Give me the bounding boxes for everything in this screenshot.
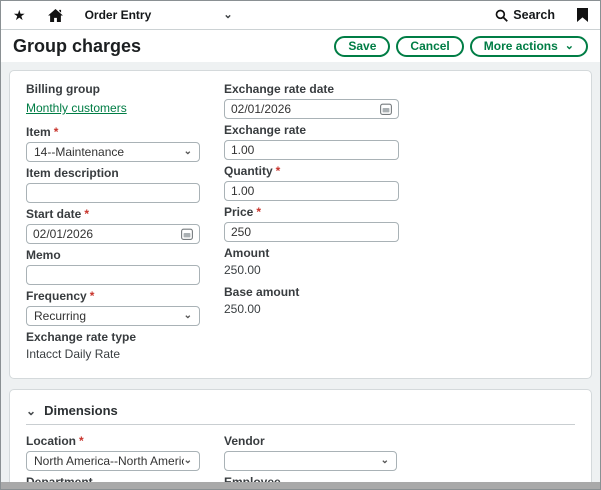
calendar-icon[interactable]	[380, 103, 392, 115]
chevron-down-icon: ⌄	[184, 456, 192, 466]
field-quantity: Quantity*	[224, 165, 399, 201]
content-area: Billing group Monthly customers Item* 14…	[1, 62, 600, 490]
field-label: Billing group	[26, 82, 100, 96]
field-billing-group: Billing group Monthly customers	[26, 83, 200, 121]
chevron-down-icon: ⌄	[565, 41, 574, 52]
form-right-column: Exchange rate date Exchange rate	[224, 83, 399, 370]
required-asterisk: *	[276, 164, 281, 178]
price-input[interactable]	[224, 222, 399, 242]
start-date-input[interactable]	[26, 224, 200, 244]
module-label: Order Entry	[85, 8, 152, 22]
field-label: Item description	[26, 166, 119, 180]
favorite-star-icon[interactable]: ★	[13, 8, 26, 22]
page-title: Group charges	[13, 36, 141, 57]
field-label: Exchange rate type	[26, 330, 136, 344]
field-base-amount: Base amount 250.00	[224, 286, 399, 316]
field-vendor: Vendor ⌄	[224, 435, 397, 471]
field-exchange-rate-date: Exchange rate date	[224, 83, 399, 119]
start-date-text[interactable]	[27, 227, 181, 241]
section-divider	[26, 424, 575, 425]
charge-form-panel: Billing group Monthly customers Item* 14…	[9, 70, 592, 379]
field-price: Price*	[224, 206, 399, 242]
required-asterisk: *	[84, 207, 89, 221]
field-exchange-rate: Exchange rate	[224, 124, 399, 160]
cancel-button[interactable]: Cancel	[396, 36, 463, 57]
field-start-date: Start date*	[26, 208, 200, 244]
required-asterisk: *	[54, 125, 59, 139]
field-label: Exchange rate date	[224, 82, 334, 96]
field-label: Start date	[26, 207, 81, 221]
quantity-input[interactable]	[224, 181, 399, 201]
field-label: Memo	[26, 248, 61, 262]
field-frequency: Frequency* Recurring ⌄	[26, 290, 200, 326]
bookmark-icon[interactable]	[577, 8, 588, 22]
chevron-down-icon: ⌄	[223, 10, 232, 21]
dimensions-panel: ⌄ Dimensions Location* North America--No…	[9, 389, 592, 490]
horizontal-scrollbar[interactable]	[1, 482, 600, 489]
location-select[interactable]: North America--North America ⌄	[26, 451, 200, 471]
field-label: Frequency	[26, 289, 87, 303]
exchange-rate-input[interactable]	[224, 140, 399, 160]
field-label: Amount	[224, 246, 269, 260]
topbar-right: Search	[495, 8, 588, 22]
required-asterisk: *	[256, 205, 261, 219]
exchange-rate-date-input[interactable]	[224, 99, 399, 119]
field-label: Exchange rate	[224, 123, 306, 137]
save-button[interactable]: Save	[334, 36, 390, 57]
field-label: Location	[26, 434, 76, 448]
vendor-select[interactable]: ⌄	[224, 451, 397, 471]
chevron-down-icon: ⌄	[381, 456, 389, 466]
header-actions: Save Cancel More actions ⌄	[334, 36, 588, 57]
dimensions-title: Dimensions	[44, 403, 118, 418]
item-select[interactable]: 14--Maintenance ⌄	[26, 142, 200, 162]
billing-group-link[interactable]: Monthly customers	[26, 101, 127, 115]
field-amount: Amount 250.00	[224, 247, 399, 277]
exchange-rate-type-value: Intacct Daily Rate	[26, 347, 200, 361]
required-asterisk: *	[79, 434, 84, 448]
item-description-input[interactable]	[26, 183, 200, 203]
page-header: Group charges Save Cancel More actions ⌄	[1, 30, 600, 62]
field-exchange-rate-type: Exchange rate type Intacct Daily Rate	[26, 331, 200, 361]
exchange-rate-date-text[interactable]	[225, 102, 380, 116]
amount-value: 250.00	[224, 263, 399, 277]
module-switcher[interactable]: Order Entry ⌄	[85, 8, 233, 22]
home-icon[interactable]	[48, 9, 63, 22]
field-label: Base amount	[224, 285, 299, 299]
base-amount-value: 250.00	[224, 302, 399, 316]
search-icon	[495, 9, 508, 22]
frequency-select[interactable]: Recurring ⌄	[26, 306, 200, 326]
field-label: Vendor	[224, 434, 265, 448]
field-item: Item* 14--Maintenance ⌄	[26, 126, 200, 162]
form-left-column: Billing group Monthly customers Item* 14…	[26, 83, 200, 370]
search-button[interactable]: Search	[495, 8, 555, 22]
more-actions-button[interactable]: More actions ⌄	[470, 36, 588, 57]
memo-input[interactable]	[26, 265, 200, 285]
top-nav-bar: ★ Order Entry ⌄ Search	[1, 1, 600, 30]
chevron-down-icon: ⌄	[26, 405, 36, 417]
chevron-down-icon: ⌄	[184, 147, 192, 157]
chevron-down-icon: ⌄	[184, 311, 192, 321]
calendar-icon[interactable]	[181, 228, 193, 240]
field-location: Location* North America--North America ⌄	[26, 435, 200, 471]
search-label: Search	[513, 8, 555, 22]
app-window: ★ Order Entry ⌄ Search Group charges Sav…	[0, 0, 601, 490]
field-item-description: Item description	[26, 167, 200, 203]
field-label: Quantity	[224, 164, 273, 178]
dimensions-collapse-toggle[interactable]: ⌄ Dimensions	[26, 402, 575, 424]
field-label: Item	[26, 125, 51, 139]
field-memo: Memo	[26, 249, 200, 285]
field-label: Price	[224, 205, 253, 219]
required-asterisk: *	[90, 289, 95, 303]
